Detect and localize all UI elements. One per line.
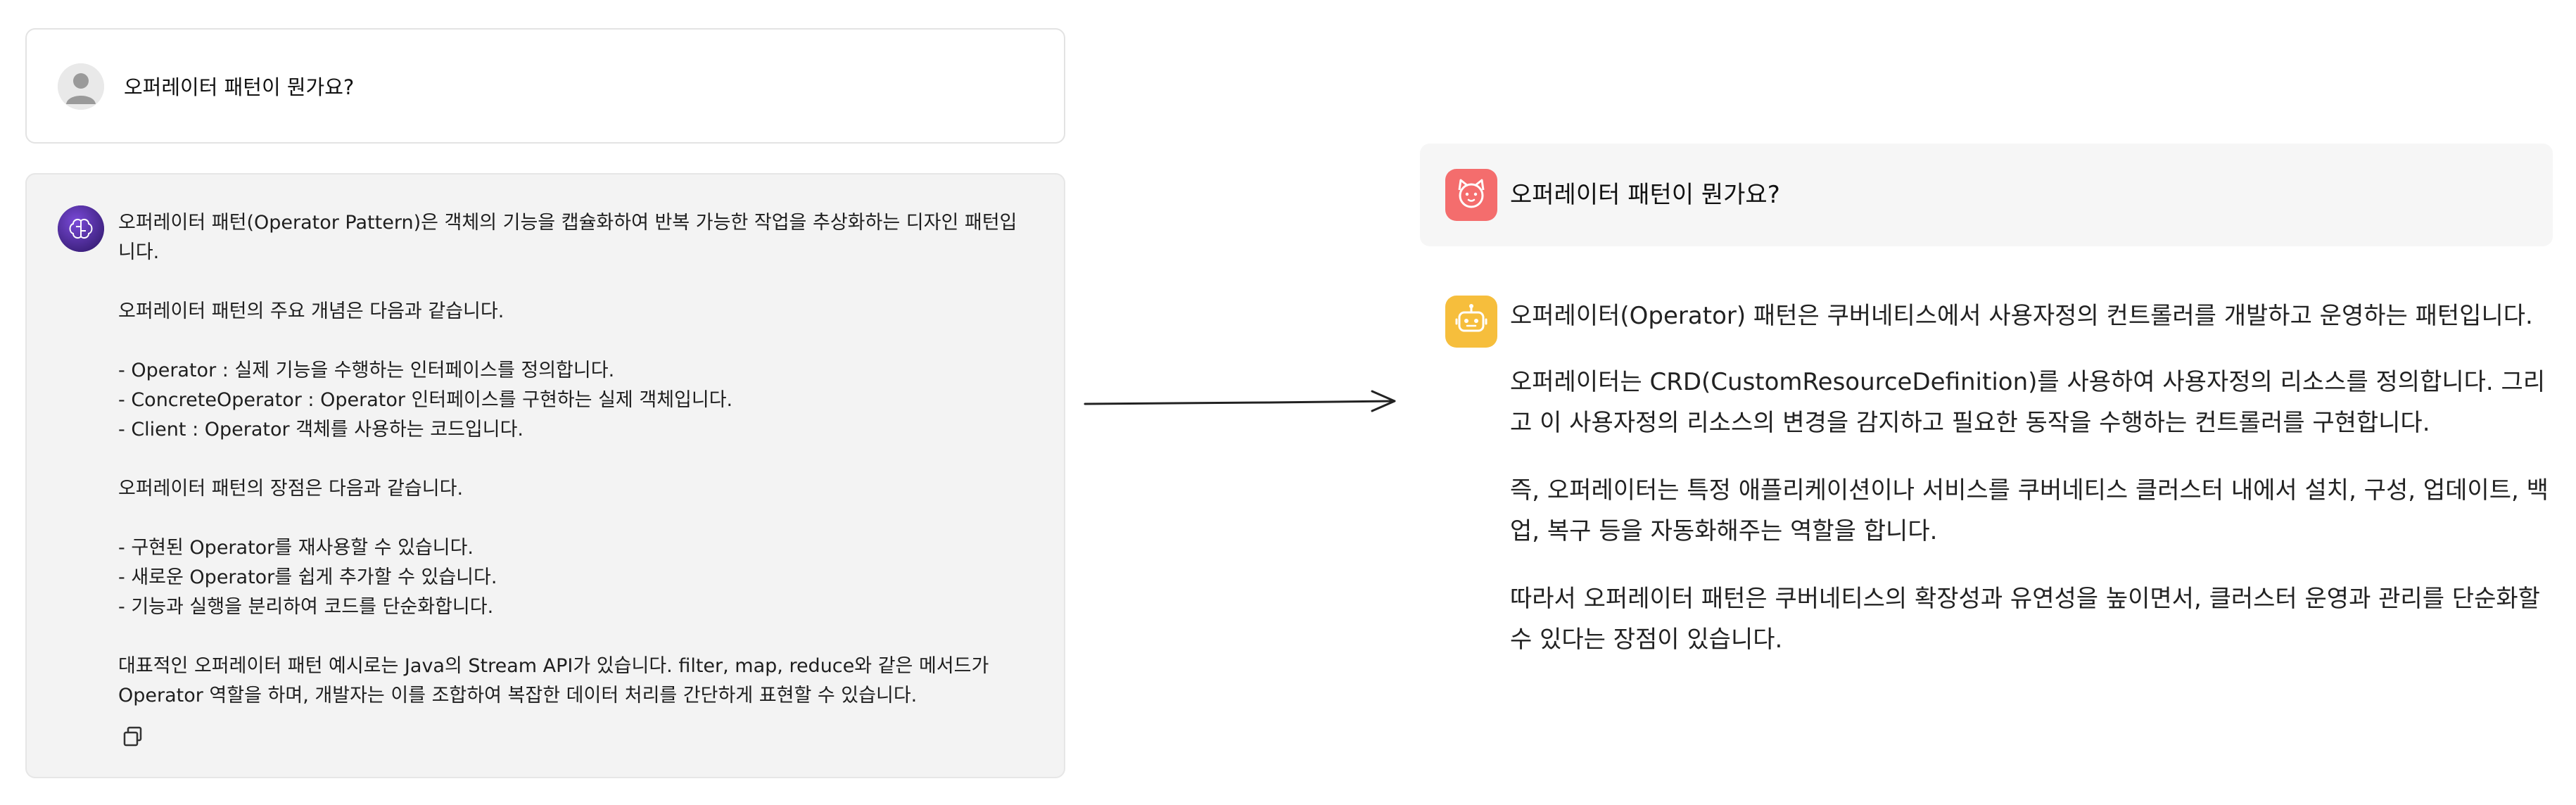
answer-paragraph: 오퍼레이터는 CRD(CustomResourceDefinition)를 사용… xyxy=(1510,368,2546,437)
answer-line: 오퍼레이터 패턴의 장점은 다음과 같습니다. xyxy=(118,478,464,500)
bot-avatar-icon xyxy=(1445,296,1497,348)
answer-line: 대표적인 오퍼레이터 패턴 예시로는 Java의 Stream API가 있습니… xyxy=(118,655,989,677)
answer-line: 오퍼레이터 패턴(Operator Pattern)은 객체의 기능을 캡슐화하… xyxy=(118,212,1017,234)
cat-avatar-icon xyxy=(1445,169,1497,221)
answer-line: - ConcreteOperator : Operator 인터페이스를 구현하… xyxy=(118,389,733,411)
right-answer-text: 오퍼레이터(Operator) 패턴은 쿠버네티스에서 사용자정의 컨트롤러를 … xyxy=(1510,296,2565,687)
answer-paragraph: 따라서 오퍼레이터 패턴은 쿠버네티스의 확장성과 유연성을 높이면서, 클러스… xyxy=(1510,585,2540,654)
right-question-text: 오퍼레이터 패턴이 뭔가요? xyxy=(1510,181,1780,209)
answer-paragraph: 오퍼레이터(Operator) 패턴은 쿠버네티스에서 사용자정의 컨트롤러를 … xyxy=(1510,302,2533,330)
answer-line: 니다. xyxy=(118,241,160,263)
answer-line: - Client : Operator 객체를 사용하는 코드입니다. xyxy=(118,419,524,440)
answer-line: - Operator : 실제 기능을 수행하는 인터페이스를 정의합니다. xyxy=(118,360,615,381)
answer-paragraph: 즉, 오퍼레이터는 특정 애플리케이션이나 서비스를 쿠버네티스 클러스터 내에… xyxy=(1510,476,2549,545)
answer-line: - 구현된 Operator를 재사용할 수 있습니다. xyxy=(118,537,474,559)
answer-line: Operator 역할을 하며, 개발자는 이를 조합하여 복잡한 데이터 처리… xyxy=(118,685,918,706)
right-question-card: 오퍼레이터 패턴이 뭔가요? xyxy=(1420,144,2553,246)
left-answer-card: 오퍼레이터 패턴(Operator Pattern)은 객체의 기능을 캡슐화하… xyxy=(25,173,1065,778)
user-avatar-icon xyxy=(58,63,104,110)
brain-avatar-icon xyxy=(58,205,104,252)
left-question-text: 오퍼레이터 패턴이 뭔가요? xyxy=(124,75,355,99)
left-question-card: 오퍼레이터 패턴이 뭔가요? xyxy=(25,28,1065,144)
answer-line: 오퍼레이터 패턴의 주요 개념은 다음과 같습니다. xyxy=(118,300,505,322)
left-answer-text: 오퍼레이터 패턴(Operator Pattern)은 객체의 기능을 캡슐화하… xyxy=(118,208,1054,711)
copy-icon[interactable] xyxy=(121,725,145,749)
arrow-right-icon xyxy=(1084,380,1400,422)
answer-line: - 새로운 Operator를 쉽게 추가할 수 있습니다. xyxy=(118,566,497,588)
answer-line: - 기능과 실행을 분리하여 코드를 단순화합니다. xyxy=(118,596,494,618)
